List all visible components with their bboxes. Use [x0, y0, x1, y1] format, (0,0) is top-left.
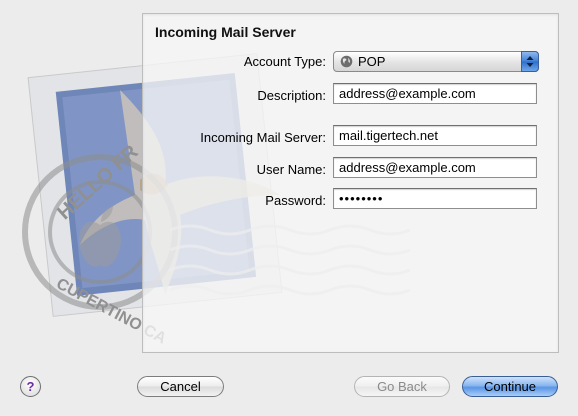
account-type-popup[interactable]: POP [333, 51, 539, 72]
password-label: Password: [265, 193, 326, 208]
description-field[interactable]: address@example.com [333, 83, 537, 104]
account-type-label: Account Type: [243, 54, 326, 69]
continue-button[interactable]: Continue [462, 376, 558, 397]
description-label: Description: [257, 88, 326, 103]
globe-icon [340, 55, 353, 68]
popup-arrows-icon [521, 51, 539, 72]
password-field[interactable]: •••••••• [333, 188, 537, 209]
incoming-server-label: Incoming Mail Server: [200, 130, 326, 145]
account-type-value: POP [358, 54, 386, 69]
go-back-button[interactable]: Go Back [354, 376, 450, 397]
user-name-label: User Name: [256, 162, 326, 177]
page-title: Incoming Mail Server [155, 24, 296, 40]
incoming-server-field[interactable]: mail.tigertech.net [333, 125, 537, 146]
user-name-field[interactable]: address@example.com [333, 157, 537, 178]
help-button[interactable]: ? [20, 376, 41, 397]
cancel-button[interactable]: Cancel [137, 376, 224, 397]
